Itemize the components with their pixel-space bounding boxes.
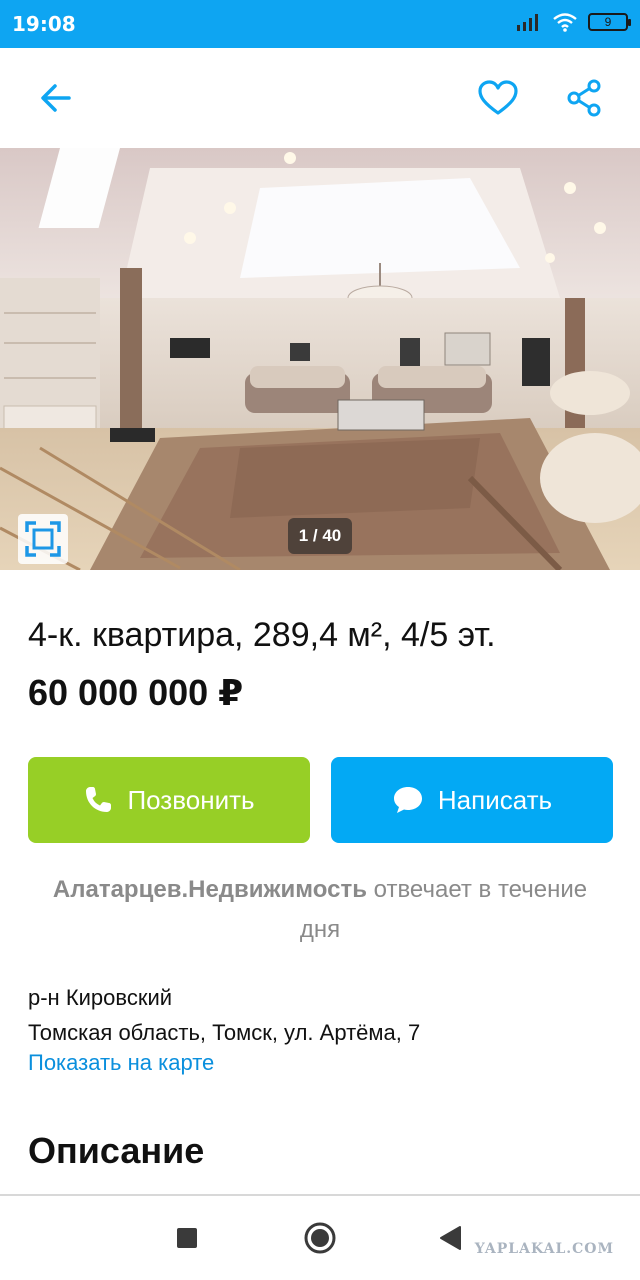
district: р-н Кировский — [28, 985, 173, 1010]
description-heading: Описание — [28, 1130, 205, 1171]
call-label: Позвонить — [127, 784, 255, 815]
battery-level: 9 — [604, 15, 612, 29]
fullscreen-icon — [25, 521, 61, 557]
toolbar — [0, 48, 640, 148]
status-time: 19:08 — [12, 12, 76, 36]
show-on-map-link[interactable]: Показать на карте — [28, 1050, 214, 1076]
share-button[interactable] — [560, 74, 608, 122]
watermark: YAPLAKAL.COM — [474, 1241, 614, 1257]
status-icons: 9 — [516, 12, 631, 32]
back-nav-button[interactable] — [430, 1218, 470, 1258]
listing-price: 60 000 000 ₽ — [28, 672, 244, 713]
seller-info: Алатарцев.Недвижимость отвечает в течени… — [40, 870, 600, 950]
address-block: р-н Кировский Томская область, Томск, ул… — [28, 980, 420, 1050]
arrow-left-icon — [41, 84, 71, 112]
status-bar: 19:08 9 — [0, 0, 640, 48]
seller-name[interactable]: Алатарцев.Недвижимость — [53, 876, 367, 903]
wifi-icon — [553, 13, 577, 32]
listing-photo[interactable]: 1 / 40 — [0, 148, 640, 570]
chat-bubble-icon — [393, 787, 422, 813]
apartment-photo — [0, 148, 640, 570]
system-nav-bar — [0, 1196, 640, 1280]
call-button[interactable]: Позвонить — [28, 757, 310, 843]
triangle-back-icon — [440, 1226, 461, 1250]
phone-icon — [86, 787, 112, 812]
signal-icon — [517, 14, 538, 31]
favorite-button[interactable] — [474, 74, 522, 122]
fullscreen-button[interactable] — [18, 514, 68, 564]
home-circle-icon — [304, 1222, 336, 1254]
recents-button[interactable] — [167, 1218, 207, 1258]
share-icon — [567, 79, 601, 117]
battery-indicator: 9 — [588, 13, 631, 31]
write-button[interactable]: Написать — [331, 757, 613, 843]
square-icon — [177, 1228, 197, 1248]
photo-counter: 1 / 40 — [288, 518, 352, 554]
back-button[interactable] — [32, 74, 80, 122]
street-address: Томская область, Томск, ул. Артёма, 7 — [28, 1020, 421, 1045]
write-label: Написать — [437, 784, 553, 815]
heart-icon — [478, 80, 518, 115]
home-button[interactable] — [300, 1218, 340, 1258]
listing-title: 4-к. квартира, 289,4 м², 4/5 эт. — [28, 616, 496, 654]
